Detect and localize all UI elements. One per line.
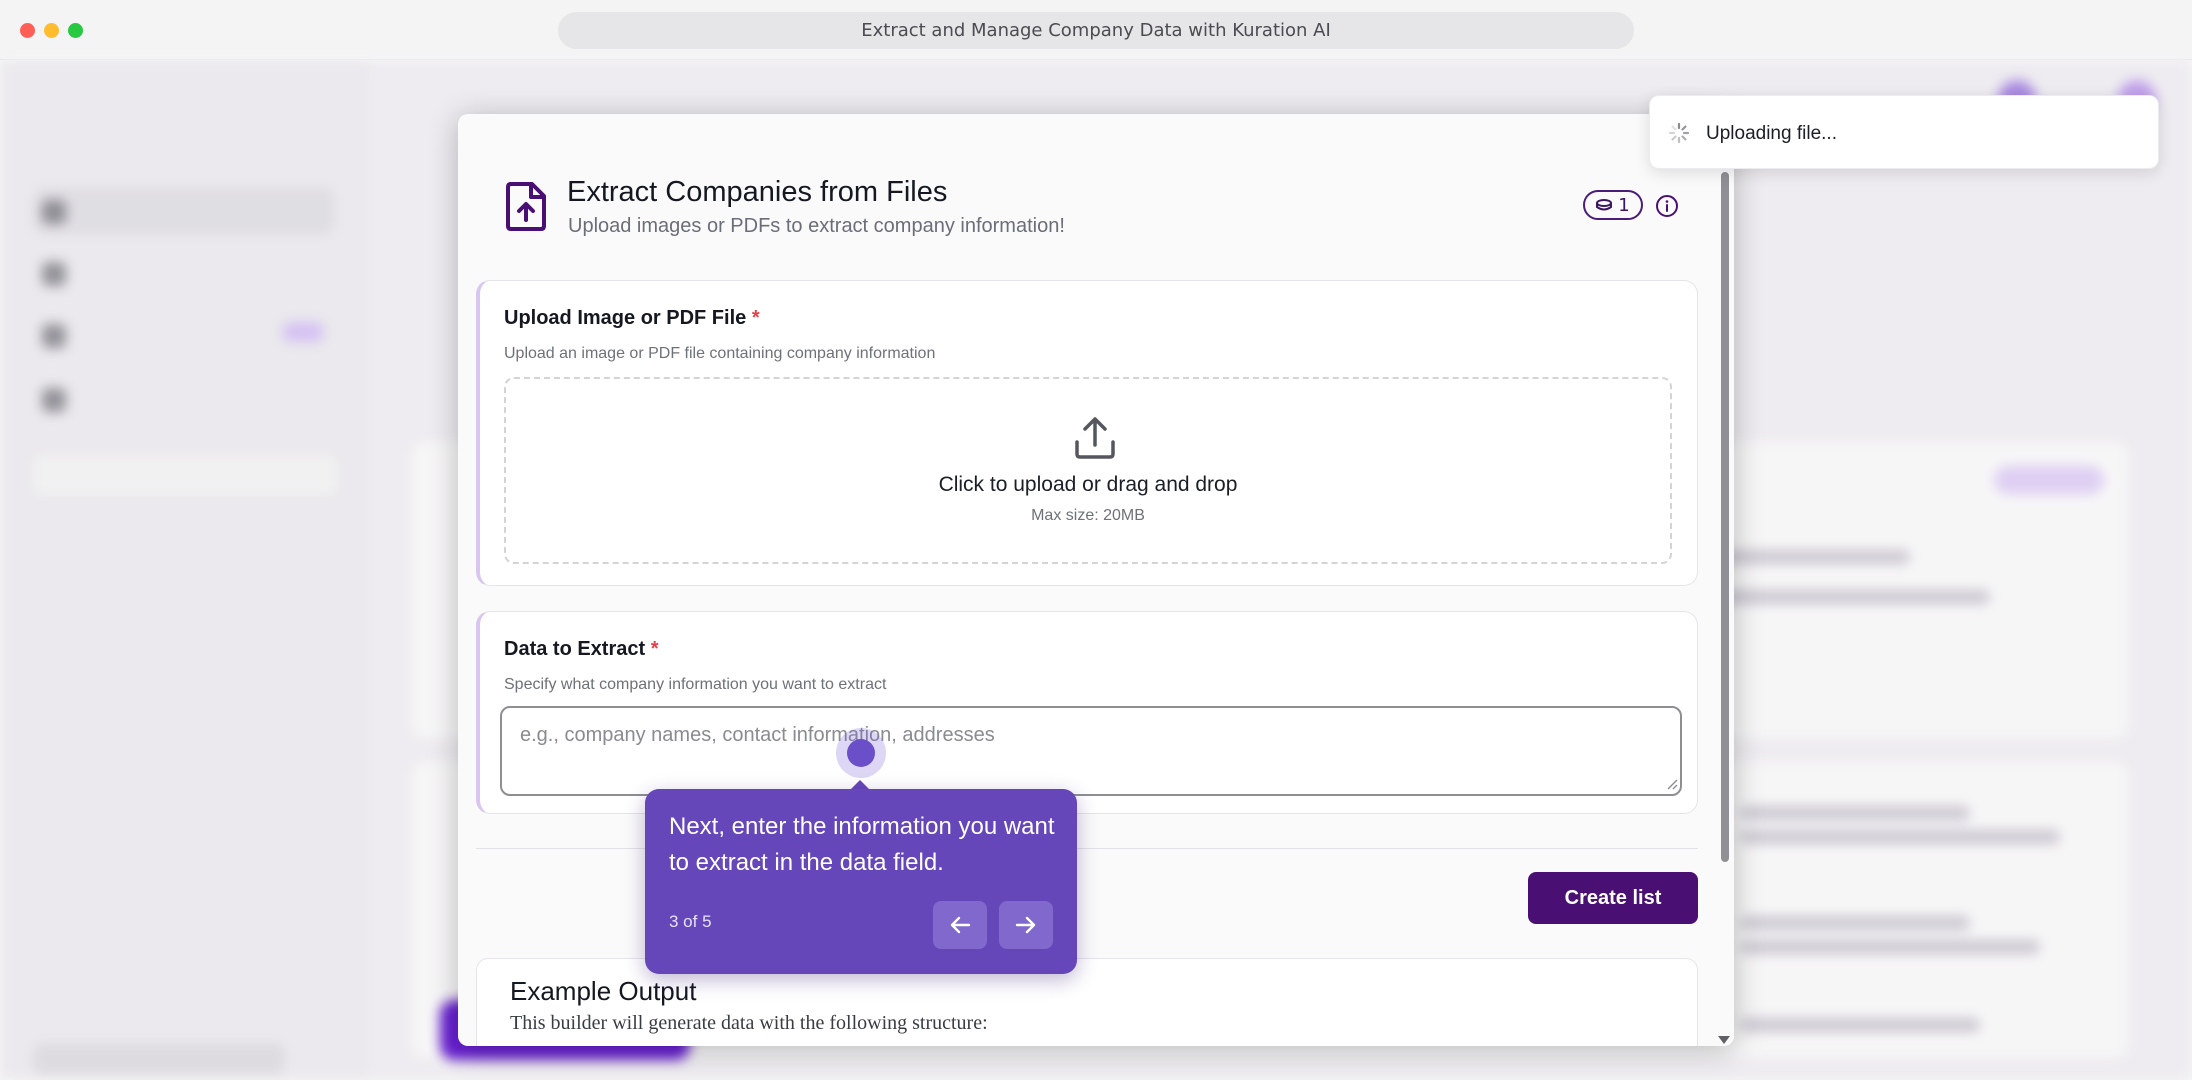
- modal-title: Extract Companies from Files: [567, 176, 948, 208]
- upload-file-section: Upload Image or PDF File * Upload an ima…: [476, 280, 1698, 586]
- arrow-left-icon: [950, 916, 971, 934]
- tour-beacon[interactable]: [847, 739, 875, 767]
- toast-message: Uploading file...: [1706, 123, 1837, 144]
- upload-toast: Uploading file...: [1649, 95, 2159, 169]
- tour-step-counter: 3 of 5: [669, 912, 712, 931]
- upload-file-label-text: Upload Image or PDF File: [504, 307, 747, 329]
- data-to-extract-input[interactable]: [500, 706, 1682, 796]
- close-window-button[interactable]: [20, 23, 35, 38]
- minimize-window-button[interactable]: [44, 23, 59, 38]
- scroll-down-arrow-icon[interactable]: [1718, 1036, 1730, 1044]
- tour-tooltip-text: Next, enter the information you want to …: [669, 813, 1055, 876]
- tour-next-button[interactable]: [999, 901, 1053, 949]
- modal-scrollbar[interactable]: [1718, 114, 1734, 1046]
- credit-badge: 1: [1583, 190, 1643, 220]
- data-to-extract-label-text: Data to Extract: [504, 638, 646, 660]
- window-titlebar: Extract and Manage Company Data with Kur…: [0, 0, 2192, 60]
- coin-icon: [1596, 199, 1613, 211]
- arrow-right-icon: [1015, 916, 1036, 934]
- upload-file-hint: Upload an image or PDF file containing c…: [504, 345, 936, 362]
- tour-previous-button[interactable]: [933, 901, 987, 949]
- resize-handle-icon[interactable]: [1666, 778, 1678, 790]
- modal-subtitle: Upload images or PDFs to extract company…: [568, 215, 1065, 237]
- example-output-title: Example Output: [510, 976, 697, 1006]
- example-output-subtitle: This builder will generate data with the…: [510, 1012, 988, 1034]
- info-icon[interactable]: [1655, 194, 1679, 218]
- data-to-extract-section: Data to Extract * Specify what company i…: [476, 611, 1698, 814]
- create-list-button[interactable]: Create list: [1528, 872, 1698, 924]
- spinner-icon: [1668, 122, 1690, 144]
- upload-file-label: Upload Image or PDF File *: [504, 307, 760, 330]
- data-to-extract-label: Data to Extract *: [504, 638, 659, 661]
- maximize-window-button[interactable]: [68, 23, 83, 38]
- upload-icon: [1075, 417, 1115, 459]
- dropzone-size-limit: Max size: 20MB: [1031, 507, 1145, 524]
- file-upload-icon: [506, 182, 546, 231]
- tour-tooltip: Next, enter the information you want to …: [645, 789, 1077, 974]
- required-asterisk: *: [650, 638, 659, 660]
- credit-count: 1: [1618, 194, 1630, 216]
- dropzone-main-text: Click to upload or drag and drop: [938, 473, 1238, 496]
- required-asterisk: *: [751, 307, 760, 329]
- data-to-extract-hint: Specify what company information you wan…: [504, 676, 887, 693]
- address-bar[interactable]: Extract and Manage Company Data with Kur…: [558, 12, 1634, 49]
- scrollbar-thumb[interactable]: [1721, 172, 1729, 862]
- file-dropzone[interactable]: Click to upload or drag and drop Max siz…: [504, 377, 1672, 564]
